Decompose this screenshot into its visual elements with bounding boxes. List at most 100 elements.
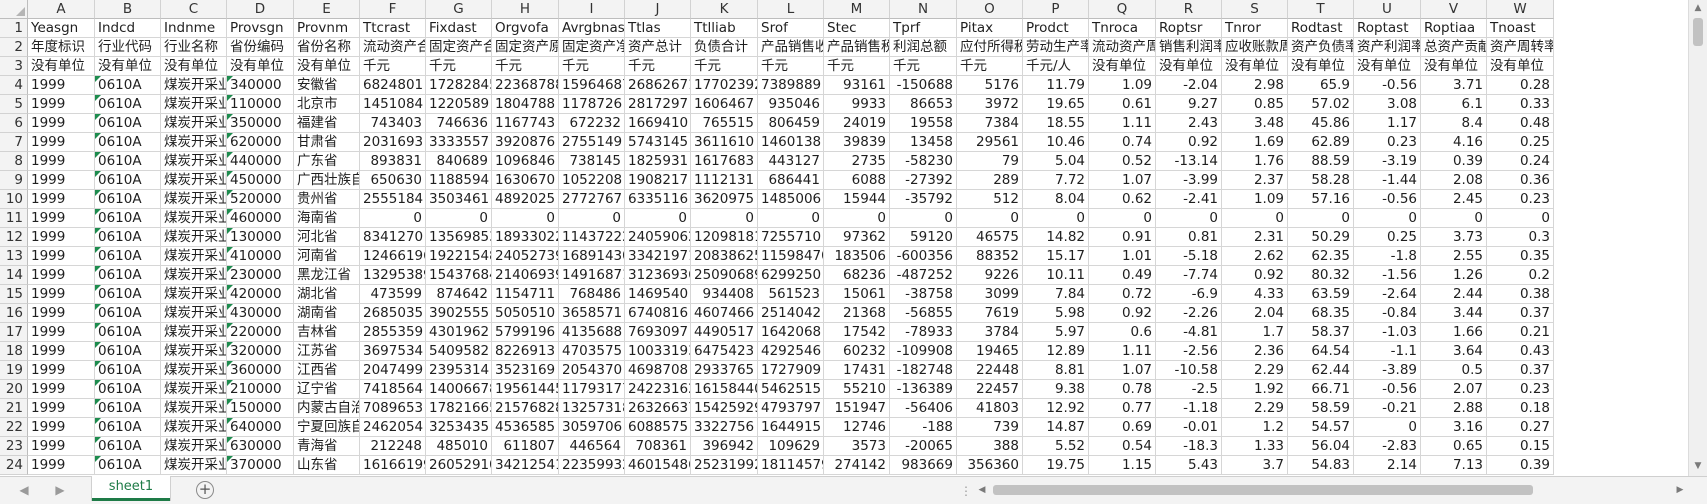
table-cell[interactable]: 0 <box>492 209 559 228</box>
table-cell[interactable]: 15061 <box>824 285 890 304</box>
table-cell[interactable]: 4698708 <box>625 361 691 380</box>
table-cell[interactable]: 2514042 <box>758 304 824 323</box>
table-cell[interactable]: 0 <box>758 209 824 228</box>
row-header[interactable]: 7 <box>0 133 28 152</box>
table-cell[interactable]: 1669410 <box>625 114 691 133</box>
table-cell[interactable]: 煤炭开采业 <box>161 418 227 437</box>
table-cell[interactable]: 江西省 <box>294 361 360 380</box>
table-cell[interactable]: 千元 <box>559 57 625 76</box>
table-cell[interactable]: 3333557 <box>426 133 492 152</box>
table-cell[interactable]: 6299250 <box>758 266 824 285</box>
table-cell[interactable]: 0610A <box>95 437 161 456</box>
table-cell[interactable]: 煤炭开采业 <box>161 399 227 418</box>
table-cell[interactable]: 千元/人 <box>1023 57 1089 76</box>
table-cell[interactable]: -2.64 <box>1354 285 1421 304</box>
table-cell[interactable]: -182748 <box>890 361 957 380</box>
table-cell[interactable]: 销售利润率 <box>1156 38 1222 57</box>
table-cell[interactable]: 千元 <box>758 57 824 76</box>
table-cell[interactable]: 0.35 <box>1487 247 1554 266</box>
table-cell[interactable]: 0.39 <box>1421 152 1487 171</box>
table-cell[interactable]: 4793797 <box>758 399 824 418</box>
table-cell[interactable]: 没有单位 <box>1089 57 1156 76</box>
table-cell[interactable]: 3972 <box>957 95 1023 114</box>
table-cell[interactable]: 12.89 <box>1023 342 1089 361</box>
scroll-down-arrow-icon[interactable]: ▼ <box>1689 458 1707 474</box>
table-cell[interactable]: 17702392 <box>691 76 758 95</box>
table-cell[interactable]: 6.1 <box>1421 95 1487 114</box>
table-cell[interactable]: 5.97 <box>1023 323 1089 342</box>
table-cell[interactable]: 3.73 <box>1421 228 1487 247</box>
table-cell[interactable]: 0 <box>1222 209 1288 228</box>
horizontal-scroll-thumb[interactable] <box>993 485 1533 495</box>
table-cell[interactable]: Tnoast <box>1487 19 1554 38</box>
table-cell[interactable]: -20065 <box>890 437 957 456</box>
table-cell[interactable]: 420000 <box>227 285 294 304</box>
table-cell[interactable]: 总资产贡献率 <box>1421 38 1487 57</box>
table-cell[interactable]: 0610A <box>95 304 161 323</box>
table-cell[interactable]: 874642 <box>426 285 492 304</box>
table-cell[interactable]: 68.35 <box>1288 304 1354 323</box>
table-cell[interactable]: 3.08 <box>1354 95 1421 114</box>
table-cell[interactable]: 68236 <box>824 266 890 285</box>
table-cell[interactable]: 2.88 <box>1421 399 1487 418</box>
table-cell[interactable]: -2.26 <box>1156 304 1222 323</box>
table-cell[interactable]: 2.44 <box>1421 285 1487 304</box>
table-cell[interactable]: 煤炭开采业 <box>161 171 227 190</box>
table-cell[interactable]: 4.33 <box>1222 285 1288 304</box>
table-cell[interactable]: 0.25 <box>1354 228 1421 247</box>
table-cell[interactable]: 1999 <box>28 76 95 95</box>
table-cell[interactable]: 7255710 <box>758 228 824 247</box>
table-cell[interactable]: 1.66 <box>1421 323 1487 342</box>
table-cell[interactable]: 22457 <box>957 380 1023 399</box>
table-cell[interactable]: 18114579 <box>758 456 824 475</box>
table-cell[interactable]: 0.61 <box>1089 95 1156 114</box>
table-cell[interactable]: 煤炭开采业 <box>161 361 227 380</box>
table-cell[interactable]: 9.38 <box>1023 380 1089 399</box>
table-cell[interactable]: 煤炭开采业 <box>161 95 227 114</box>
table-cell[interactable]: 0610A <box>95 285 161 304</box>
table-cell[interactable]: 14916871 <box>559 266 625 285</box>
table-cell[interactable]: -78933 <box>890 323 957 342</box>
column-header[interactable]: E <box>294 0 360 19</box>
table-cell[interactable]: -3.89 <box>1354 361 1421 380</box>
table-cell[interactable]: 2054370 <box>559 361 625 380</box>
next-sheet-icon[interactable]: ▶ <box>50 481 70 499</box>
table-cell[interactable]: 79 <box>957 152 1023 171</box>
table-cell[interactable]: 煤炭开采业 <box>161 323 227 342</box>
table-cell[interactable]: 流动资产周转 <box>1089 38 1156 57</box>
scroll-up-arrow-icon[interactable]: ▲ <box>1689 0 1707 16</box>
table-cell[interactable]: 56.04 <box>1288 437 1354 456</box>
table-cell[interactable]: -0.56 <box>1354 190 1421 209</box>
table-cell[interactable]: 230000 <box>227 266 294 285</box>
table-cell[interactable]: 1999 <box>28 285 95 304</box>
table-cell[interactable]: 17431 <box>824 361 890 380</box>
table-cell[interactable]: 千元 <box>890 57 957 76</box>
table-cell[interactable]: -1.03 <box>1354 323 1421 342</box>
table-cell[interactable]: 25090689 <box>691 266 758 285</box>
table-cell[interactable]: 55210 <box>824 380 890 399</box>
table-cell[interactable]: -56855 <box>890 304 957 323</box>
table-cell[interactable]: 2.07 <box>1421 380 1487 399</box>
table-cell[interactable]: 没有单位 <box>1156 57 1222 76</box>
table-cell[interactable]: 4892025 <box>492 190 559 209</box>
table-cell[interactable]: 青海省 <box>294 437 360 456</box>
table-cell[interactable]: 672232 <box>559 114 625 133</box>
table-cell[interactable]: 370000 <box>227 456 294 475</box>
table-cell[interactable]: 负债合计 <box>691 38 758 57</box>
table-cell[interactable]: Ttlliab <box>691 19 758 38</box>
table-cell[interactable]: 0610A <box>95 418 161 437</box>
table-cell[interactable]: -7.74 <box>1156 266 1222 285</box>
table-cell[interactable]: 3523169 <box>492 361 559 380</box>
table-cell[interactable]: 62.44 <box>1288 361 1354 380</box>
table-cell[interactable]: 7619 <box>957 304 1023 323</box>
table-cell[interactable]: 1999 <box>28 323 95 342</box>
table-cell[interactable]: 1.01 <box>1089 247 1156 266</box>
table-cell[interactable]: -0.21 <box>1354 399 1421 418</box>
table-cell[interactable]: -188 <box>890 418 957 437</box>
table-cell[interactable]: -600356 <box>890 247 957 266</box>
column-header[interactable]: B <box>95 0 161 19</box>
table-cell[interactable]: 13295389 <box>360 266 426 285</box>
row-header[interactable]: 6 <box>0 114 28 133</box>
table-cell[interactable]: 88352 <box>957 247 1023 266</box>
table-cell[interactable]: 没有单位 <box>1421 57 1487 76</box>
